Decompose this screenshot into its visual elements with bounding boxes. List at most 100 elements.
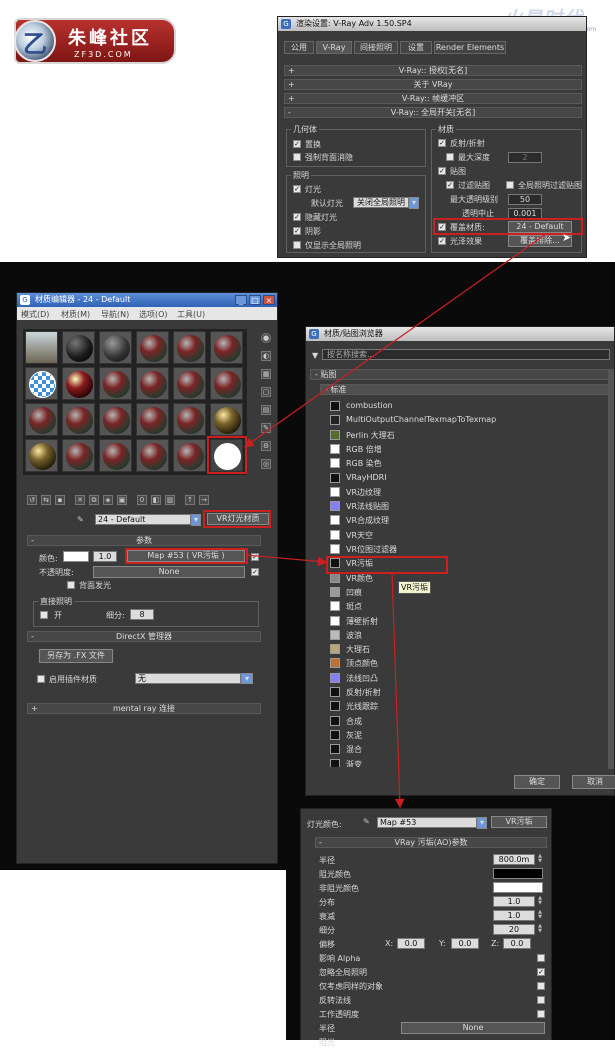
lights-checkbox[interactable]: ✓ xyxy=(293,185,301,193)
glossy-effects-checkbox[interactable]: ✓ xyxy=(438,237,446,245)
subdivs-field[interactable]: 20 xyxy=(493,924,535,935)
sample-slot[interactable] xyxy=(25,403,58,436)
effects-channel-icon[interactable]: 0 xyxy=(137,495,147,505)
map-list-item[interactable]: 凹痕 xyxy=(328,585,598,599)
radius-field[interactable]: 800.0m xyxy=(493,854,535,865)
mental-ray-rollup[interactable]: + mental ray 连接 xyxy=(27,703,261,714)
sample-slot[interactable] xyxy=(25,439,58,472)
make-unique-icon[interactable]: ◈ xyxy=(103,495,113,505)
sample-slot[interactable] xyxy=(25,331,58,364)
map-list-item[interactable]: MultiOutputChannelTexmapToTexmap xyxy=(328,413,598,427)
menu-utilities[interactable]: 工具(U) xyxy=(177,309,205,320)
select-by-material-icon[interactable]: ◎ xyxy=(261,459,271,469)
max-transp-field[interactable]: 50 xyxy=(508,194,542,205)
max-depth-field[interactable]: 2 xyxy=(508,152,542,163)
tab-indirect[interactable]: 间接照明 xyxy=(354,41,398,54)
cancel-button[interactable]: 取消 xyxy=(572,775,615,789)
map-name-field[interactable]: Map #53 xyxy=(377,817,477,828)
sample-slot[interactable] xyxy=(62,331,95,364)
map-list-item[interactable]: 合成 xyxy=(328,714,598,728)
map-list-item[interactable]: 灰泥 xyxy=(328,728,598,742)
map-list-item[interactable]: combustion xyxy=(328,399,598,413)
sample-slot[interactable] xyxy=(136,367,169,400)
color-swatch[interactable] xyxy=(63,551,89,562)
sample-slot[interactable] xyxy=(173,331,206,364)
backface-checkbox[interactable] xyxy=(67,581,75,589)
gi-filter-maps-checkbox[interactable] xyxy=(506,181,514,189)
consider-same-object-checkbox[interactable] xyxy=(537,982,545,990)
maps-section[interactable]: - 贴图 xyxy=(310,369,610,380)
sample-type-icon[interactable]: ● xyxy=(261,333,271,343)
chevron-down-icon[interactable]: ▾ xyxy=(191,514,201,526)
force-backface-checkbox[interactable] xyxy=(293,153,301,161)
options-icon[interactable]: ⚙ xyxy=(261,441,271,451)
rollup-global-switches[interactable]: - V-Ray:: 全局开关[无名] xyxy=(284,107,582,118)
sample-slot[interactable] xyxy=(136,403,169,436)
offset-z-field[interactable]: 0.0 xyxy=(503,938,531,949)
dirt-params-rollup[interactable]: - VRay 污垢(AO)参数 xyxy=(315,837,547,848)
tab-render-elements[interactable]: Render Elements xyxy=(434,41,506,54)
directx-rollup[interactable]: - DirectX 管理器 xyxy=(27,631,261,642)
sample-slot[interactable] xyxy=(62,367,95,400)
map-type-button[interactable]: VR污垢 xyxy=(491,816,547,828)
sample-slot[interactable] xyxy=(210,403,243,436)
close-button[interactable]: × xyxy=(263,295,275,305)
falloff-spinner[interactable]: ▲ ▼ xyxy=(537,910,543,921)
sample-slot[interactable] xyxy=(136,331,169,364)
map-list-item[interactable]: 大理石 xyxy=(328,642,598,656)
map-list-item[interactable]: VR法线贴图 xyxy=(328,499,598,513)
falloff-field[interactable]: 1.0 xyxy=(493,910,535,921)
rollup-framebuffer[interactable]: + V-Ray:: 帧缓冲区 xyxy=(284,93,582,104)
menu-material[interactable]: 材质(M) xyxy=(61,309,90,320)
chevron-down-icon[interactable]: ▾ xyxy=(241,673,253,684)
sample-slot[interactable] xyxy=(136,439,169,472)
params-rollup[interactable]: - 参数 xyxy=(27,535,261,546)
uv-tiling-icon[interactable]: ▢ xyxy=(261,387,271,397)
video-check-icon[interactable]: ▤ xyxy=(261,405,271,415)
sample-slot[interactable] xyxy=(173,439,206,472)
plugin-dropdown[interactable]: 无 xyxy=(135,673,241,684)
subdivs-spinner[interactable]: ▲ ▼ xyxy=(537,924,543,935)
radius-map-button[interactable]: None xyxy=(401,1022,545,1034)
maps-checkbox[interactable]: ✓ xyxy=(438,167,446,175)
distribution-field[interactable]: 1.0 xyxy=(493,896,535,907)
offset-y-field[interactable]: 0.0 xyxy=(451,938,479,949)
sample-slot[interactable] xyxy=(173,367,206,400)
invert-normal-checkbox[interactable] xyxy=(537,996,545,1004)
minimize-button[interactable]: _ xyxy=(235,295,247,305)
tab-settings[interactable]: 设置 xyxy=(400,41,432,54)
map-list-item[interactable]: 光线跟踪 xyxy=(328,699,598,713)
assign-material-icon[interactable]: ▪ xyxy=(55,495,65,505)
map-list-item[interactable]: RGB 倍增 xyxy=(328,442,598,456)
hidden-lights-checkbox[interactable]: ✓ xyxy=(293,213,301,221)
map-list-item[interactable]: 波浪 xyxy=(328,628,598,642)
sample-slot[interactable] xyxy=(99,331,132,364)
go-to-parent-icon[interactable]: ↑ xyxy=(185,495,195,505)
standard-subsection[interactable]: - 标准 xyxy=(320,384,610,395)
show-map-icon[interactable]: ◧ xyxy=(151,495,161,505)
copy-material-icon[interactable]: ⧉ xyxy=(89,495,99,505)
affect-alpha-checkbox[interactable] xyxy=(537,954,545,962)
material-name-field[interactable]: 24 - Default xyxy=(95,514,191,525)
sample-slot[interactable] xyxy=(99,403,132,436)
direct-on-checkbox[interactable] xyxy=(40,611,48,619)
distribution-spinner[interactable]: ▲ ▼ xyxy=(537,896,543,907)
menu-navigation[interactable]: 导航(N) xyxy=(101,309,129,320)
displacement-checkbox[interactable]: ✓ xyxy=(293,140,301,148)
put-to-scene-icon[interactable]: ⇆ xyxy=(41,495,51,505)
menu-mode[interactable]: 模式(D) xyxy=(21,309,49,320)
unoccluded-color-swatch[interactable] xyxy=(493,882,543,893)
enable-plugin-checkbox[interactable] xyxy=(37,675,45,683)
save-fx-button[interactable]: 另存为 .FX 文件 xyxy=(39,649,113,663)
map-list-item[interactable]: VR边纹理 xyxy=(328,485,598,499)
max-depth-checkbox[interactable] xyxy=(446,153,454,161)
map-list-item[interactable]: VR合成纹理 xyxy=(328,513,598,527)
map-list-item[interactable]: Perlin 大理石 xyxy=(328,428,598,442)
tab-vray[interactable]: V-Ray xyxy=(316,41,352,54)
occluded-color-swatch[interactable] xyxy=(493,868,543,879)
reflect-refract-checkbox[interactable]: ✓ xyxy=(438,139,446,147)
opacity-map-checkbox[interactable]: ✓ xyxy=(251,568,259,576)
eyedropper-icon[interactable]: ✎ xyxy=(363,817,370,826)
offset-x-field[interactable]: 0.0 xyxy=(397,938,425,949)
map-list-item[interactable]: 薄壁折射 xyxy=(328,614,598,628)
